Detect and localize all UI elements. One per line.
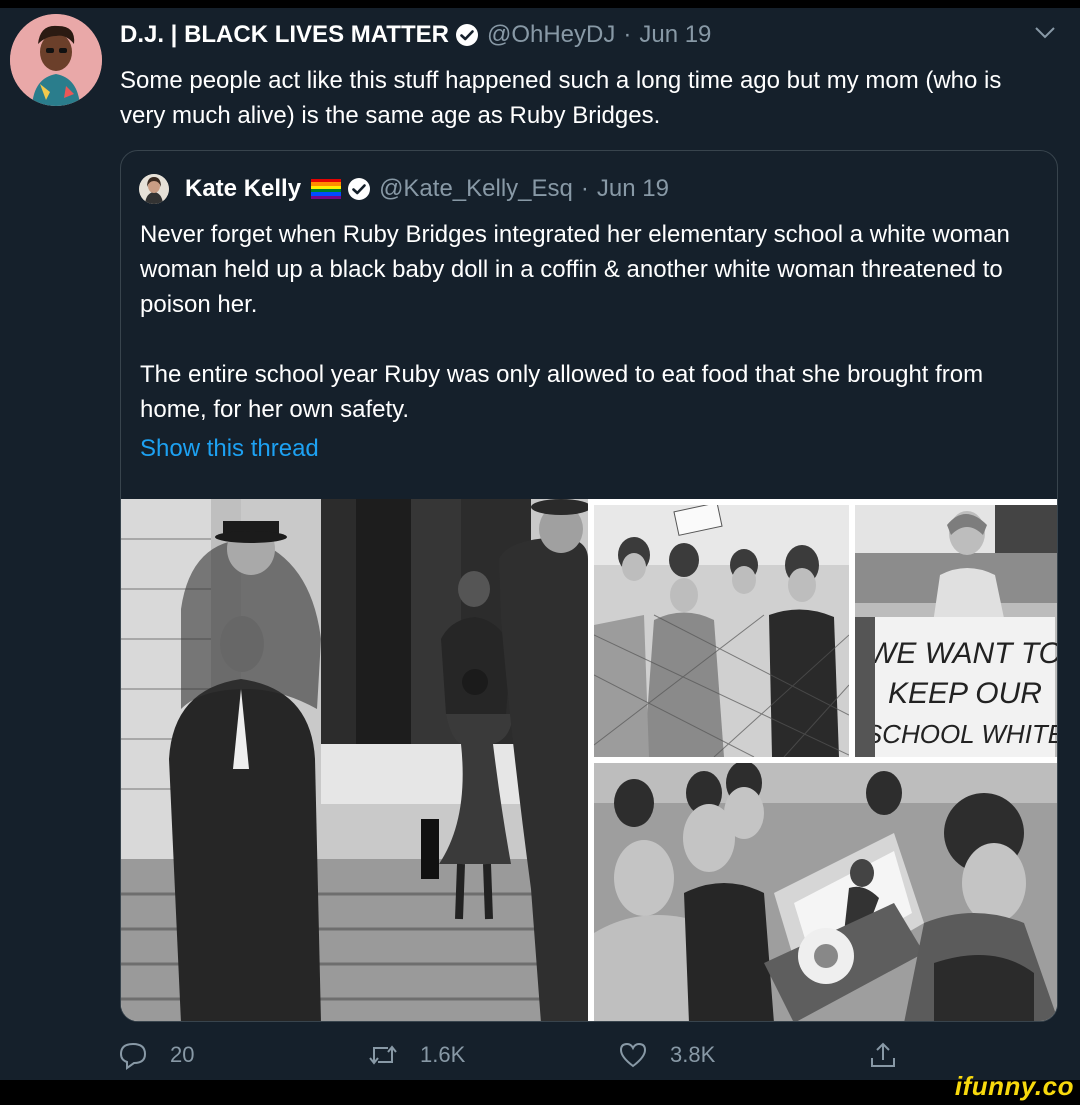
tweet-header: D.J. | BLACK LIVES MATTER @OhHeyDJ · Jun…	[120, 20, 711, 50]
show-thread-link[interactable]: Show this thread	[140, 435, 319, 463]
retweet-button[interactable]: 1.6K	[368, 1040, 465, 1070]
tweet-date[interactable]: Jun 19	[639, 21, 711, 49]
author-handle[interactable]: @OhHeyDJ	[487, 21, 615, 49]
like-count: 3.8K	[670, 1042, 716, 1067]
separator-dot: ·	[623, 21, 632, 48]
photo-coffin-protest[interactable]	[594, 763, 1057, 1021]
photo-protesters[interactable]	[594, 505, 849, 757]
quoted-tweet[interactable]: Kate Kelly @Kate_Kelly_Esq · Jun 19 Neve…	[120, 150, 1058, 1022]
quoted-paragraph: Never forget when Ruby Bridges integrate…	[140, 221, 1010, 318]
quoted-avatar	[139, 174, 169, 204]
author-name[interactable]: D.J. | BLACK LIVES MATTER	[120, 21, 449, 49]
action-bar: 20 1.6K 3.8K	[118, 1040, 918, 1080]
reply-icon	[119, 1042, 147, 1070]
quoted-tweet-text: Never forget when Ruby Bridges integrate…	[140, 217, 1040, 427]
reply-button[interactable]: 20	[118, 1040, 194, 1070]
tweet-text: Some people act like this stuff happened…	[120, 67, 1002, 129]
like-icon	[619, 1042, 647, 1068]
share-icon	[871, 1042, 895, 1067]
share-button[interactable]	[868, 1040, 920, 1070]
quoted-author-name[interactable]: Kate Kelly	[185, 175, 301, 203]
photo-sign[interactable]: WE WANT TO KEEP OUR SCHOOL WHITE	[855, 505, 1058, 757]
sign-line-2: KEEP OUR	[888, 677, 1042, 710]
sign-line-3: SCHOOL WHITE	[865, 719, 1058, 749]
quoted-tweet-date[interactable]: Jun 19	[597, 175, 669, 203]
chevron-down-icon[interactable]	[1034, 26, 1056, 40]
retweet-icon	[369, 1045, 397, 1065]
quoted-tweet-header: Kate Kelly @Kate_Kelly_Esq · Jun 19	[139, 173, 669, 205]
photo-ruby-bridges[interactable]	[121, 499, 588, 1021]
reply-count: 20	[170, 1042, 195, 1067]
quoted-paragraph: The entire school year Ruby was only all…	[140, 361, 984, 423]
rainbow-flag-icon	[311, 179, 342, 199]
tweet-card[interactable]: D.J. | BLACK LIVES MATTER @OhHeyDJ · Jun…	[0, 8, 1080, 1080]
avatar[interactable]	[10, 14, 102, 106]
separator-dot: ·	[580, 175, 589, 202]
like-button[interactable]: 3.8K	[618, 1040, 715, 1070]
verified-badge-icon	[455, 24, 478, 46]
retweet-count: 1.6K	[420, 1042, 466, 1067]
photo-grid: WE WANT TO KEEP OUR SCHOOL WHITE	[121, 499, 1058, 1021]
verified-badge-icon	[348, 178, 371, 200]
sign-line-1: WE WANT TO	[868, 637, 1058, 670]
ifunny-watermark: ifunny.co	[954, 1071, 1074, 1101]
quoted-author-handle[interactable]: @Kate_Kelly_Esq	[379, 175, 573, 203]
